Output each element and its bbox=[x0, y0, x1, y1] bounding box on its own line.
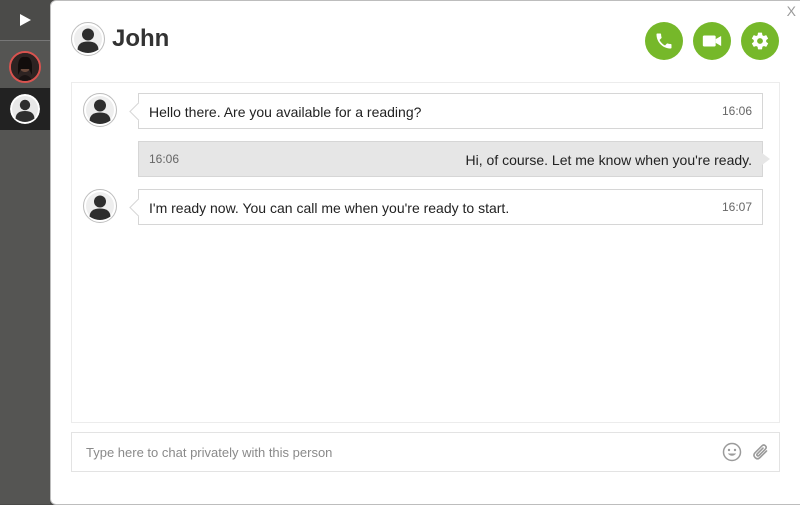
message-time: 16:06 bbox=[721, 104, 752, 118]
contact-avatar-icon bbox=[10, 94, 40, 124]
toggle-rail-button[interactable] bbox=[0, 0, 50, 41]
message-text: Hi, of course. Let me know when you're r… bbox=[465, 152, 752, 168]
rail-contact-john[interactable] bbox=[0, 88, 50, 130]
smiley-icon bbox=[722, 442, 742, 462]
contact-photo bbox=[9, 51, 41, 83]
phone-icon bbox=[656, 33, 672, 49]
message-text: I'm ready now. You can call me when you'… bbox=[149, 200, 510, 216]
play-icon bbox=[20, 14, 31, 26]
rail-contact-1[interactable] bbox=[0, 45, 50, 89]
sender-avatar-icon bbox=[83, 93, 117, 127]
emoji-button[interactable] bbox=[722, 442, 742, 462]
voice-call-button[interactable] bbox=[645, 22, 683, 60]
video-call-button[interactable] bbox=[693, 22, 731, 60]
attach-button[interactable] bbox=[751, 442, 771, 462]
message-time: 16:06 bbox=[149, 152, 180, 166]
message-time: 16:07 bbox=[721, 200, 752, 214]
message-bubble-outgoing: Hi, of course. Let me know when you're r… bbox=[138, 141, 770, 177]
sender-avatar-icon bbox=[83, 189, 117, 223]
paperclip-icon bbox=[753, 444, 768, 460]
call-actions bbox=[645, 22, 779, 60]
close-button[interactable]: X bbox=[787, 3, 796, 19]
contact-name: John bbox=[112, 25, 170, 52]
chat-window: X John Hello there. Are you available fo… bbox=[50, 0, 800, 505]
gear-icon bbox=[751, 32, 769, 50]
composer bbox=[71, 432, 780, 472]
header-avatar-icon bbox=[71, 22, 105, 56]
message-bubble-incoming: I'm ready now. You can call me when you'… bbox=[138, 189, 763, 225]
message-list[interactable]: Hello there. Are you available for a rea… bbox=[71, 82, 780, 423]
chat-input[interactable] bbox=[72, 433, 718, 471]
message-bubble-incoming: Hello there. Are you available for a rea… bbox=[138, 93, 763, 129]
message-text: Hello there. Are you available for a rea… bbox=[149, 104, 422, 120]
video-camera-icon bbox=[702, 35, 722, 47]
contacts-rail bbox=[0, 0, 50, 504]
settings-button[interactable] bbox=[741, 22, 779, 60]
